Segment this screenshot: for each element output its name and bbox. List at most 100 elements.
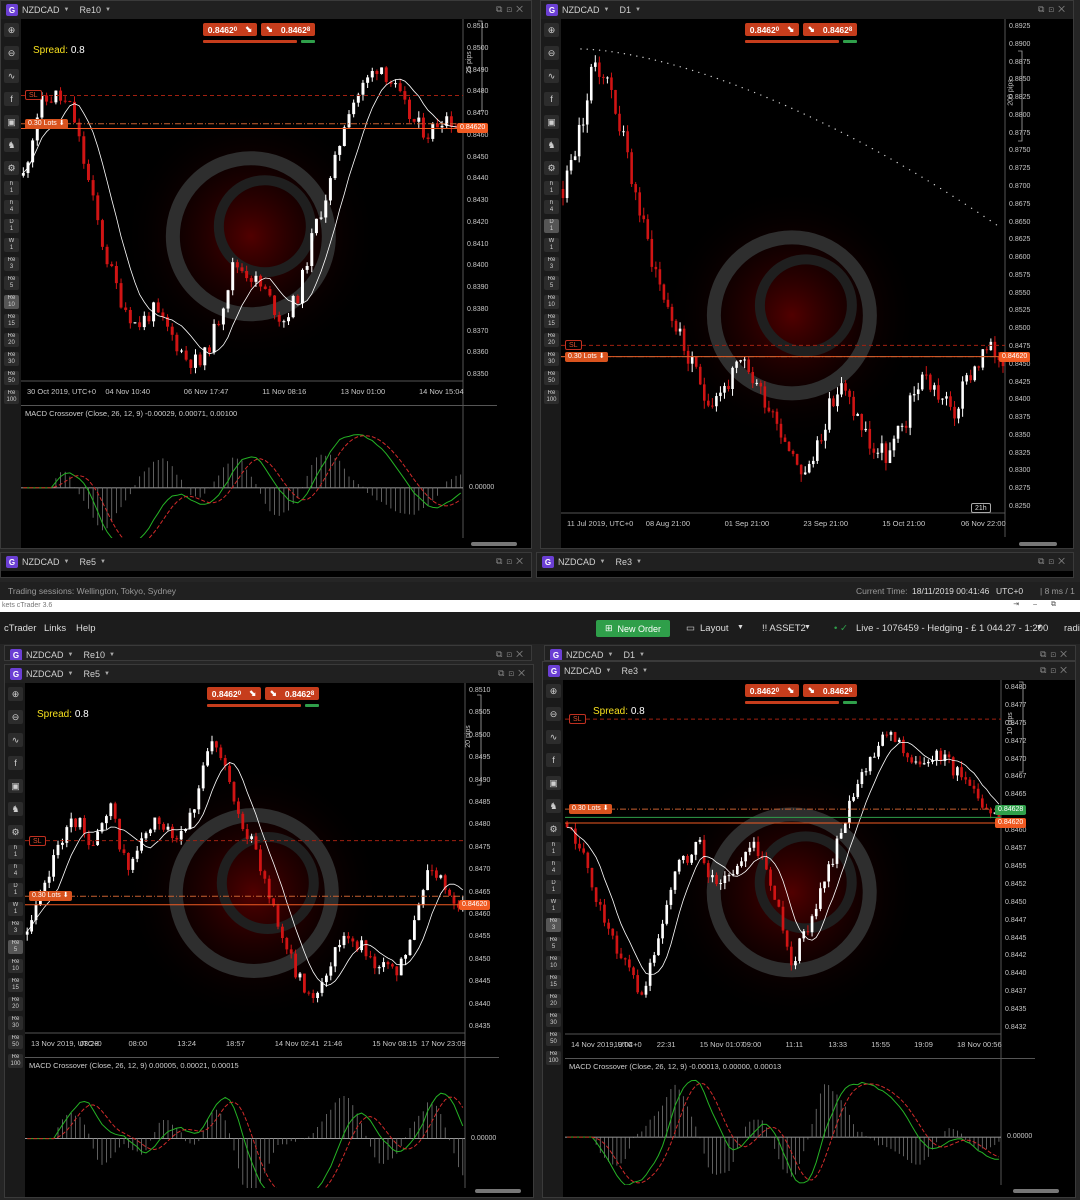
timezone-selector[interactable]: UTC+0 (996, 586, 1023, 596)
timeframe-re30-button[interactable]: Re 30 (4, 352, 19, 366)
price-chart[interactable]: 0.8510 0.8500 0.8490 0.8480 0.8470 0.8460 0.84… (21, 19, 497, 405)
facebook-icon[interactable]: f (8, 756, 23, 770)
collapsed-window-re3[interactable]: G NZDCAD ▼ Re3 ▼ ⧉⊡✕ (536, 552, 1074, 578)
timeframe-re10-button[interactable]: Re 10 (546, 956, 561, 970)
timeframe-re100-button[interactable]: Re 100 (8, 1054, 23, 1068)
zoom-in-icon[interactable]: ⊕ (4, 23, 19, 37)
macd-panel[interactable]: MACD Crossover (Close, 26, 12, 9) -0.000… (21, 405, 497, 538)
timeframe-re10-button[interactable]: Re 10 (8, 959, 23, 973)
timeframe-re30-button[interactable]: Re 30 (544, 352, 559, 366)
window-controls[interactable]: ⧉⊡✕ (1038, 4, 1069, 15)
timeframe-h1-button[interactable]: h1 (546, 842, 561, 856)
settings-icon[interactable]: ⚙ (4, 161, 19, 175)
timeframe-re5-button[interactable]: Re 5 (546, 937, 561, 951)
timeframe-h4-button[interactable]: h4 (8, 864, 23, 878)
symbol-selector[interactable]: NZDCAD (22, 5, 60, 15)
chevron-down-icon[interactable]: ▼ (105, 7, 111, 13)
timeframe-w1-button[interactable]: W1 (546, 899, 561, 913)
horizontal-scrollbar[interactable] (471, 542, 517, 546)
sell-button[interactable]: 0.8462 0 ⬊ (745, 684, 799, 697)
collapsed-window-re5[interactable]: G NZDCAD ▼ Re5 ▼ ⧉⊡✕ (0, 552, 532, 578)
zoom-out-icon[interactable]: ⊖ (546, 707, 561, 721)
timeframe-re20-button[interactable]: Re 20 (4, 333, 19, 347)
chevron-down-icon[interactable]: ▼ (604, 7, 610, 13)
timeframe-re100-button[interactable]: Re 100 (544, 390, 559, 404)
buy-button[interactable]: ⬊ 0.8462 8 (803, 684, 857, 697)
macd-svg[interactable] (565, 1059, 1035, 1185)
timeframe-h4-button[interactable]: h4 (4, 200, 19, 214)
sell-button[interactable]: 0.8462 0 ⬊ (207, 687, 261, 700)
chevron-down-icon[interactable]: ▼ (68, 652, 74, 658)
position-lots-tag[interactable]: 0.30 Lots ⬇ (565, 351, 608, 362)
trader-icon[interactable]: ♞ (544, 138, 559, 152)
window-controls[interactable]: ⧉⊡✕ (496, 4, 527, 15)
bot-icon[interactable]: ▣ (8, 779, 23, 793)
timeframe-re50-button[interactable]: Re 50 (546, 1032, 561, 1046)
settings-icon[interactable]: ⚙ (544, 161, 559, 175)
price-chart[interactable]: 0.8480 0.8477 0.8475 0.8472 0.8470 0.8467 0.84… (565, 680, 1035, 1058)
stop-loss-tag[interactable]: SL (569, 714, 586, 725)
chevron-down-icon[interactable]: ▼ (109, 652, 115, 658)
background-window-d1[interactable]: G NZDCAD ▼ D1 ▼ ⧉⊡✕ (544, 645, 1076, 661)
zoom-out-icon[interactable]: ⊖ (4, 46, 19, 60)
chevron-down-icon[interactable]: ▼ (804, 624, 811, 631)
buy-button[interactable]: ⬊ 0.8462 8 (265, 687, 319, 700)
chevron-down-icon[interactable]: ▼ (1036, 624, 1043, 631)
window-controls[interactable]: ⧉⊡✕ (496, 556, 527, 567)
timeframe-d1-button[interactable]: D1 (4, 219, 19, 233)
chart-type-icon[interactable]: ∿ (8, 733, 23, 747)
sell-button[interactable]: 0.8462 0 ⬊ (745, 23, 799, 36)
timeframe-selector[interactable]: Re10 (79, 5, 101, 15)
bot-icon[interactable]: ▣ (4, 115, 19, 129)
window-controls[interactable]: ⧉⊡✕ (1040, 649, 1071, 660)
timeframe-d1-button[interactable]: D1 (8, 883, 23, 897)
timeframe-selector[interactable]: Re3 (615, 557, 632, 567)
chevron-down-icon[interactable]: ▼ (600, 559, 606, 565)
timeframe-re3-button[interactable]: Re 3 (546, 918, 561, 932)
menu-links[interactable]: Links (44, 623, 66, 634)
facebook-icon[interactable]: f (546, 753, 561, 767)
symbol-selector[interactable]: NZDCAD (566, 650, 604, 660)
chevron-down-icon[interactable]: ▼ (68, 671, 74, 677)
asset-selector[interactable]: !! ASSET2 (762, 623, 806, 634)
timeframe-w1-button[interactable]: W1 (4, 238, 19, 252)
timeframe-re5-button[interactable]: Re 5 (8, 940, 23, 954)
timeframe-re50-button[interactable]: Re 50 (544, 371, 559, 385)
stop-loss-tag[interactable]: SL (565, 340, 582, 351)
timeframe-re50-button[interactable]: Re 50 (8, 1035, 23, 1049)
layout-menu[interactable]: Layout (700, 623, 729, 634)
chart-type-icon[interactable]: ∿ (546, 730, 561, 744)
chevron-down-icon[interactable]: ▼ (635, 7, 641, 13)
bot-icon[interactable]: ▣ (544, 115, 559, 129)
timeframe-re20-button[interactable]: Re 20 (544, 333, 559, 347)
zoom-out-icon[interactable]: ⊖ (8, 710, 23, 724)
user-menu[interactable]: radi (1064, 623, 1080, 634)
timeframe-re100-button[interactable]: Re 100 (546, 1051, 561, 1065)
timeframe-re20-button[interactable]: Re 20 (546, 994, 561, 1008)
stop-loss-tag[interactable]: SL (29, 835, 46, 846)
zoom-in-icon[interactable]: ⊕ (8, 687, 23, 701)
timeframe-re100-button[interactable]: Re 100 (4, 390, 19, 404)
timeframe-h1-button[interactable]: h1 (4, 181, 19, 195)
chart-type-icon[interactable]: ∿ (544, 69, 559, 83)
window-controls[interactable]: ⧉⊡✕ (1038, 556, 1069, 567)
stop-loss-tag[interactable]: SL (25, 90, 42, 101)
timeframe-re15-button[interactable]: Re 15 (4, 314, 19, 328)
zoom-out-icon[interactable]: ⊖ (544, 46, 559, 60)
chevron-down-icon[interactable]: ▼ (64, 559, 70, 565)
macd-svg[interactable] (21, 406, 497, 538)
candlestick-svg[interactable] (25, 683, 499, 1057)
candlestick-svg[interactable] (565, 680, 1035, 1058)
chevron-down-icon[interactable]: ▼ (64, 7, 70, 13)
window-controls[interactable]: ⇥–⧉ (1013, 600, 1070, 609)
account-selector[interactable]: Live - 1076459 - Hedging - £ 1 044.27 - … (856, 623, 1048, 634)
menu-help[interactable]: Help (76, 623, 96, 634)
timeframe-re30-button[interactable]: Re 30 (8, 1016, 23, 1030)
window-controls[interactable]: ⧉⊡✕ (1040, 665, 1071, 676)
symbol-selector[interactable]: NZDCAD (564, 666, 602, 676)
timeframe-d1-button[interactable]: D1 (544, 219, 559, 233)
symbol-selector[interactable]: NZDCAD (22, 557, 60, 567)
symbol-selector[interactable]: NZDCAD (26, 669, 64, 679)
position-lots-tag[interactable]: 0.30 Lots ⬇ (29, 891, 72, 902)
new-order-button[interactable]: ⊞ New Order (596, 620, 670, 637)
